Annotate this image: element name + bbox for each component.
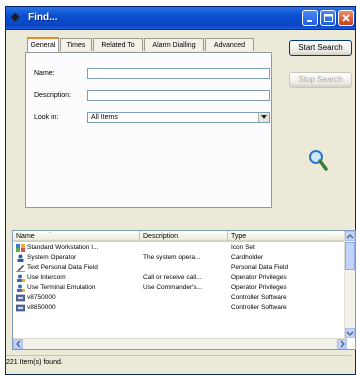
cell-name: v8850000 bbox=[27, 304, 56, 311]
chevron-left-icon bbox=[16, 340, 21, 348]
cell-description: Use Commander's... bbox=[143, 284, 203, 291]
cell-type: Operator Privileges bbox=[231, 284, 287, 291]
description-label: Description: bbox=[34, 92, 71, 99]
look-in-label: Look in: bbox=[34, 114, 59, 121]
operator-privilege-icon bbox=[17, 284, 25, 292]
close-icon bbox=[342, 14, 350, 22]
column-header-name[interactable]: Name ˇ bbox=[13, 231, 140, 242]
tab-label: Times bbox=[66, 42, 86, 49]
app-icon: ◈ bbox=[11, 11, 20, 23]
sort-arrow-icon: ˇ bbox=[49, 233, 51, 239]
chevron-up-icon bbox=[346, 234, 354, 239]
list-item[interactable]: Text Personal Data Field Personal Data Fi… bbox=[13, 263, 347, 273]
stop-search-button[interactable]: Stop Search bbox=[289, 72, 352, 88]
cell-type: Controller Software bbox=[231, 294, 287, 301]
tab-label: General bbox=[30, 42, 56, 49]
status-text: 221 Item(s) found. bbox=[6, 359, 63, 366]
cell-name: Text Personal Data Field bbox=[27, 264, 98, 271]
cell-name: v8750000 bbox=[27, 294, 56, 301]
minimize-button[interactable] bbox=[302, 10, 318, 26]
cell-description: Call or receive call... bbox=[143, 274, 202, 281]
cell-type: Personal Data Field bbox=[231, 264, 289, 271]
cell-description: The system opera... bbox=[143, 254, 201, 261]
list-item[interactable]: Use Intercom Call or receive call... Opera… bbox=[13, 273, 347, 283]
tab-times[interactable]: Times bbox=[60, 38, 92, 51]
column-header-label: Name bbox=[16, 233, 35, 240]
column-header-description[interactable]: Description bbox=[140, 231, 228, 242]
magnifier-animation-icon bbox=[309, 150, 328, 171]
column-header-label: Type bbox=[231, 233, 247, 240]
cell-type: Cardholder bbox=[231, 254, 264, 261]
start-search-button[interactable]: Start Search bbox=[289, 40, 352, 56]
cell-type: Controller Software bbox=[231, 304, 287, 311]
chevron-down-icon bbox=[346, 331, 354, 336]
personal-data-field-icon bbox=[16, 265, 25, 272]
name-label: Name: bbox=[34, 70, 55, 77]
scroll-up-button[interactable] bbox=[345, 231, 355, 241]
list-item[interactable]: System Operator The system opera... Cardho… bbox=[13, 253, 347, 263]
cell-type: Operator Privileges bbox=[231, 274, 287, 281]
look-in-dropdown[interactable]: All Items bbox=[87, 112, 270, 123]
close-button[interactable] bbox=[338, 10, 354, 26]
scroll-thumb[interactable] bbox=[345, 242, 355, 270]
results-list[interactable]: Name ˇ Description Type Standard Worksta… bbox=[12, 230, 356, 350]
operator-privilege-icon bbox=[17, 274, 25, 282]
tab-alarm-dialling[interactable]: Alarm Dialling bbox=[144, 38, 204, 51]
list-item[interactable]: v8750000 Controller Software bbox=[13, 293, 347, 303]
maximize-icon bbox=[324, 14, 333, 22]
cell-name: Standard Workstation I... bbox=[27, 244, 99, 251]
tab-general[interactable]: General bbox=[27, 37, 59, 52]
cardholder-icon bbox=[17, 254, 24, 262]
tab-related-to[interactable]: Related To bbox=[93, 38, 143, 51]
vertical-scrollbar[interactable] bbox=[344, 231, 355, 338]
tab-label: Related To bbox=[101, 42, 135, 49]
description-input[interactable] bbox=[87, 90, 270, 101]
column-header-type[interactable]: Type bbox=[228, 231, 347, 242]
list-item[interactable]: v8850000 Controller Software bbox=[13, 303, 347, 313]
name-input[interactable] bbox=[87, 68, 270, 79]
list-item[interactable]: Use Terminal Emulation Use Commander's...… bbox=[13, 283, 347, 293]
cell-name: Use Intercom bbox=[27, 274, 66, 281]
scroll-down-button[interactable] bbox=[345, 328, 355, 338]
column-header-label: Description bbox=[143, 233, 179, 240]
chevron-right-icon bbox=[340, 340, 345, 348]
maximize-button[interactable] bbox=[320, 10, 336, 26]
controller-software-icon bbox=[16, 294, 25, 302]
tab-label: Advanced bbox=[213, 42, 246, 49]
icon-set-icon bbox=[16, 244, 25, 252]
controller-software-icon bbox=[16, 304, 25, 312]
status-bar: 221 Item(s) found. bbox=[6, 355, 351, 370]
minimize-icon bbox=[307, 20, 312, 22]
window-title: Find... bbox=[28, 12, 58, 23]
horizontal-scrollbar[interactable] bbox=[13, 338, 347, 349]
chevron-down-icon bbox=[261, 115, 267, 119]
scroll-left-button[interactable] bbox=[13, 339, 23, 349]
tab-advanced[interactable]: Advanced bbox=[205, 38, 254, 51]
cell-type: Icon Set bbox=[231, 244, 255, 251]
look-in-selected-value: All Items bbox=[91, 114, 118, 121]
scroll-right-button[interactable] bbox=[337, 339, 347, 349]
title-bar[interactable]: ◈ Find... bbox=[6, 7, 355, 30]
cell-name: Use Terminal Emulation bbox=[27, 284, 96, 291]
tab-label: Alarm Dialling bbox=[152, 42, 196, 49]
list-item[interactable]: Standard Workstation I... Icon Set bbox=[13, 243, 347, 253]
cell-name: System Operator bbox=[27, 254, 77, 261]
dropdown-arrow-button[interactable] bbox=[258, 113, 269, 122]
